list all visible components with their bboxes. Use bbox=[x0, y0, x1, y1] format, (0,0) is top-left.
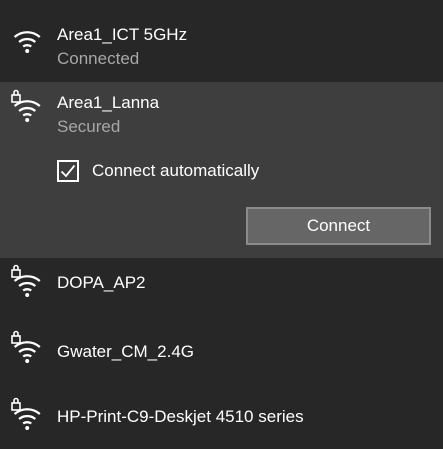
wifi-secured-icon bbox=[9, 88, 45, 124]
wifi-network-list: Area1_ICT 5GHz Connected Area1_Lanna Sec… bbox=[0, 0, 443, 449]
network-item-gwater-cm-2-4g[interactable]: Gwater_CM_2.4G bbox=[0, 318, 443, 384]
wifi-secured-icon bbox=[9, 396, 45, 432]
network-name: Gwater_CM_2.4G bbox=[57, 342, 194, 361]
network-name: HP-Print-C9-Deskjet 4510 series bbox=[57, 407, 304, 426]
network-status: Connected bbox=[57, 49, 140, 68]
network-status: Secured bbox=[57, 117, 121, 136]
network-item-dopa-ap2[interactable]: DOPA_AP2 bbox=[0, 258, 443, 318]
network-name: Area1_Lanna bbox=[57, 93, 160, 112]
connect-button[interactable]: Connect bbox=[246, 207, 431, 245]
connect-automatically-label: Connect automatically bbox=[92, 161, 260, 180]
checkmark-icon bbox=[60, 164, 76, 178]
wifi-secured-icon bbox=[9, 329, 45, 365]
wifi-secured-icon bbox=[9, 263, 45, 299]
network-item-hp-print-c9-deskjet[interactable]: HP-Print-C9-Deskjet 4510 series bbox=[0, 384, 443, 449]
network-name: DOPA_AP2 bbox=[57, 273, 146, 292]
network-item-area1-lanna[interactable]: Area1_Lanna Secured Connect automaticall… bbox=[0, 82, 443, 258]
wifi-signal-icon bbox=[9, 22, 45, 58]
connect-automatically-checkbox[interactable] bbox=[57, 160, 79, 182]
network-item-area1-ict-5ghz[interactable]: Area1_ICT 5GHz Connected bbox=[0, 0, 443, 82]
network-name: Area1_ICT 5GHz bbox=[57, 25, 188, 44]
